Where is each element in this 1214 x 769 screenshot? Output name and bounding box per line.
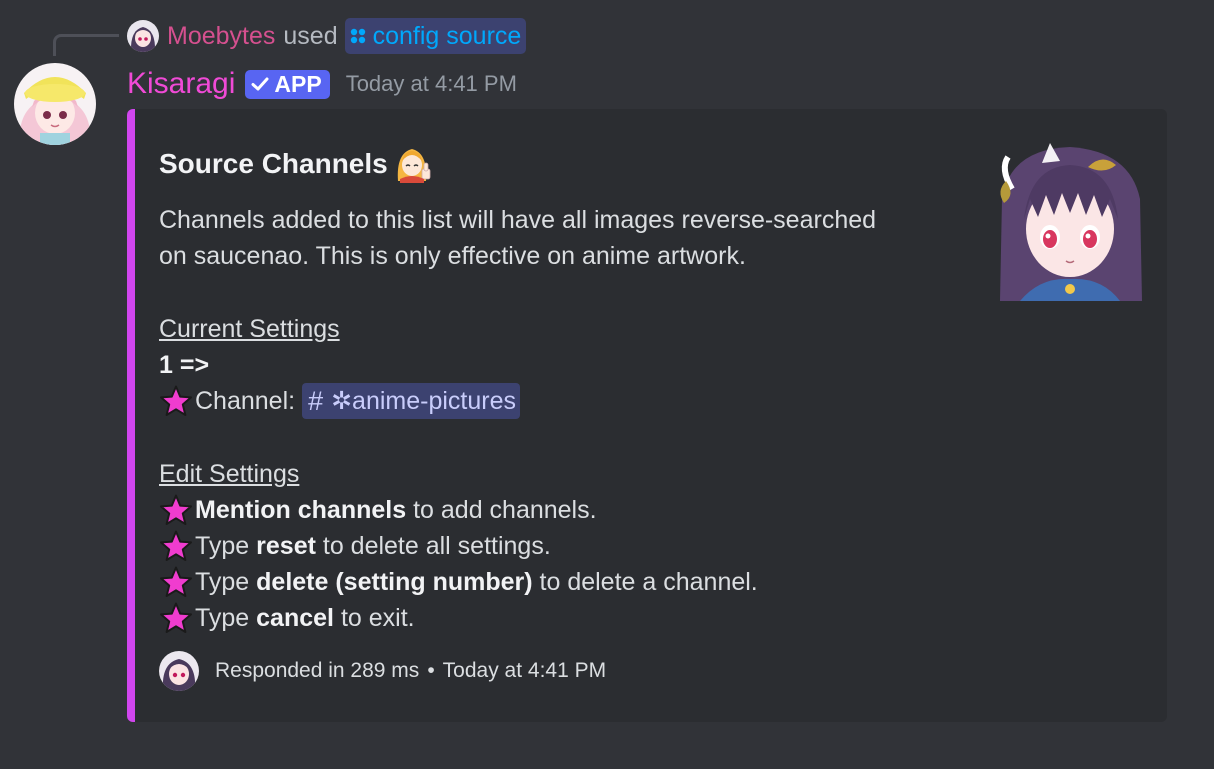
star-icon: [159, 566, 193, 598]
message-header: Kisaragi APP Today at 4:41 PM: [127, 64, 517, 104]
channel-mention-name: ✲anime-pictures: [331, 387, 517, 415]
current-settings-heading: Current Settings: [159, 315, 340, 343]
embed-footer: Responded in 289 ms • Today at 4:41 PM: [159, 651, 606, 691]
footer-response-time: Responded in 289 ms: [215, 659, 420, 682]
bot-avatar[interactable]: [14, 63, 96, 145]
verified-check-icon: [250, 74, 270, 94]
instruction-bold: cancel: [256, 604, 334, 632]
reply-spine: [53, 34, 119, 56]
embed-title: Source Channels: [159, 145, 434, 183]
command-name: config source: [372, 21, 522, 50]
instruction-row: Mention channels to add channels.: [159, 492, 949, 528]
embed-description: Channels added to this list will have al…: [159, 202, 949, 636]
footer-timestamp: Today at 4:41 PM: [442, 659, 607, 682]
channel-label: Channel:: [195, 387, 296, 415]
channel-hash-icon: #: [308, 386, 324, 416]
discord-message-view: Moebytes used config source Kisaragi APP…: [0, 0, 1214, 769]
message-timestamp[interactable]: Today at 4:41 PM: [346, 71, 517, 97]
description-line: Channels added to this list will have al…: [159, 206, 877, 234]
interaction-header: Moebytes used config source: [127, 18, 527, 54]
footer-avatar-icon: [159, 651, 199, 691]
instruction-row: Type reset to delete all settings.: [159, 528, 949, 564]
setting-index: 1 =>: [159, 351, 210, 379]
instruction-suffix: to add channels.: [406, 496, 597, 524]
invoker-avatar[interactable]: [127, 20, 159, 52]
bot-username[interactable]: Kisaragi: [127, 67, 235, 101]
embed-thumbnail[interactable]: [990, 139, 1145, 301]
description-line: on saucenao. This is only effective on a…: [159, 242, 746, 270]
slash-command-chip[interactable]: config source: [344, 18, 527, 54]
instruction-row: Type delete (setting number) to delete a…: [159, 564, 949, 600]
app-badge: APP: [245, 69, 330, 99]
app-command-icon: [349, 27, 367, 45]
app-badge-label: APP: [274, 70, 322, 97]
instruction-bold: reset: [256, 532, 316, 560]
embed-title-text: Source Channels: [159, 148, 388, 179]
star-icon: [159, 385, 193, 417]
instruction-prefix: Type: [195, 532, 257, 560]
used-label: used: [283, 21, 338, 50]
embed-card: Source Channels Channels added to this l…: [127, 109, 1167, 722]
star-icon: [159, 602, 193, 634]
instruction-suffix: to exit.: [334, 604, 415, 632]
instruction-suffix: to delete all settings.: [315, 532, 551, 560]
instruction-row: Type cancel to exit.: [159, 600, 949, 636]
instruction-prefix: Type: [195, 604, 257, 632]
star-icon: [159, 530, 193, 562]
invoker-username[interactable]: Moebytes: [167, 22, 275, 51]
instruction-suffix: to delete a channel.: [532, 568, 758, 596]
star-icon: [159, 494, 193, 526]
footer-separator: •: [427, 659, 435, 682]
edit-settings-heading: Edit Settings: [159, 460, 300, 488]
anime-girl-thumbs-up-emoji-icon[interactable]: [394, 145, 434, 183]
channel-mention[interactable]: # ✲anime-pictures: [302, 383, 521, 419]
setting-channel-row: Channel: # ✲anime-pictures: [159, 383, 949, 419]
instruction-prefix: Type: [195, 568, 257, 596]
instruction-bold: delete (setting number): [256, 568, 533, 596]
instruction-bold: Mention channels: [195, 496, 407, 524]
